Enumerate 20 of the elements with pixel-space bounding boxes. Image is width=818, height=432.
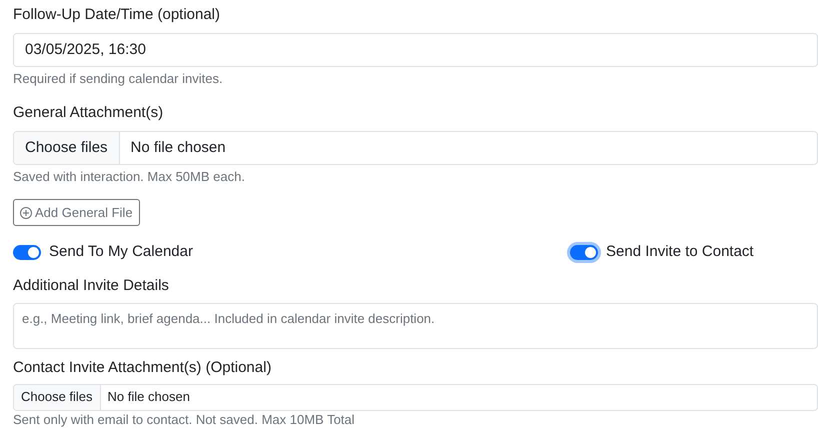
- date-time-field[interactable]: 03/05/2025, 16:30: [13, 33, 818, 67]
- toggle-label: Send Invite to Contact: [606, 242, 754, 262]
- field-label: General Attachment(s): [13, 103, 164, 123]
- choose-files-button[interactable]: Choose files: [14, 132, 120, 164]
- file-status: No file chosen: [106, 388, 191, 406]
- help-text: Sent only with email to contact. Not saved. Max 10MB Total: [13, 412, 356, 428]
- add-file-button[interactable]: Add General File: [13, 199, 140, 226]
- help-text: Saved with interaction. Max 50MB each.: [13, 169, 246, 185]
- invite-details-field[interactable]: e.g., Meeting link, brief agenda... Included in calendar invite description.: [13, 302, 818, 348]
- file-input[interactable]: Choose files No file chosen: [13, 384, 818, 410]
- field-label: Follow-Up Date/Time (optional): [13, 5, 222, 25]
- file-input[interactable]: Choose files No file chosen: [13, 131, 818, 165]
- toggle-label: Send To My Calendar: [49, 242, 193, 262]
- toggle-switch[interactable]: [13, 244, 41, 260]
- help-text: Required if sending calendar invites.: [13, 71, 224, 87]
- field-label: Additional Invite Details: [13, 276, 170, 296]
- choose-files-button[interactable]: Choose files: [14, 384, 101, 410]
- plus-circle-icon: [20, 206, 32, 218]
- file-status: No file chosen: [130, 138, 227, 158]
- field-label: Contact Invite Attachment(s) (Optional): [13, 358, 272, 378]
